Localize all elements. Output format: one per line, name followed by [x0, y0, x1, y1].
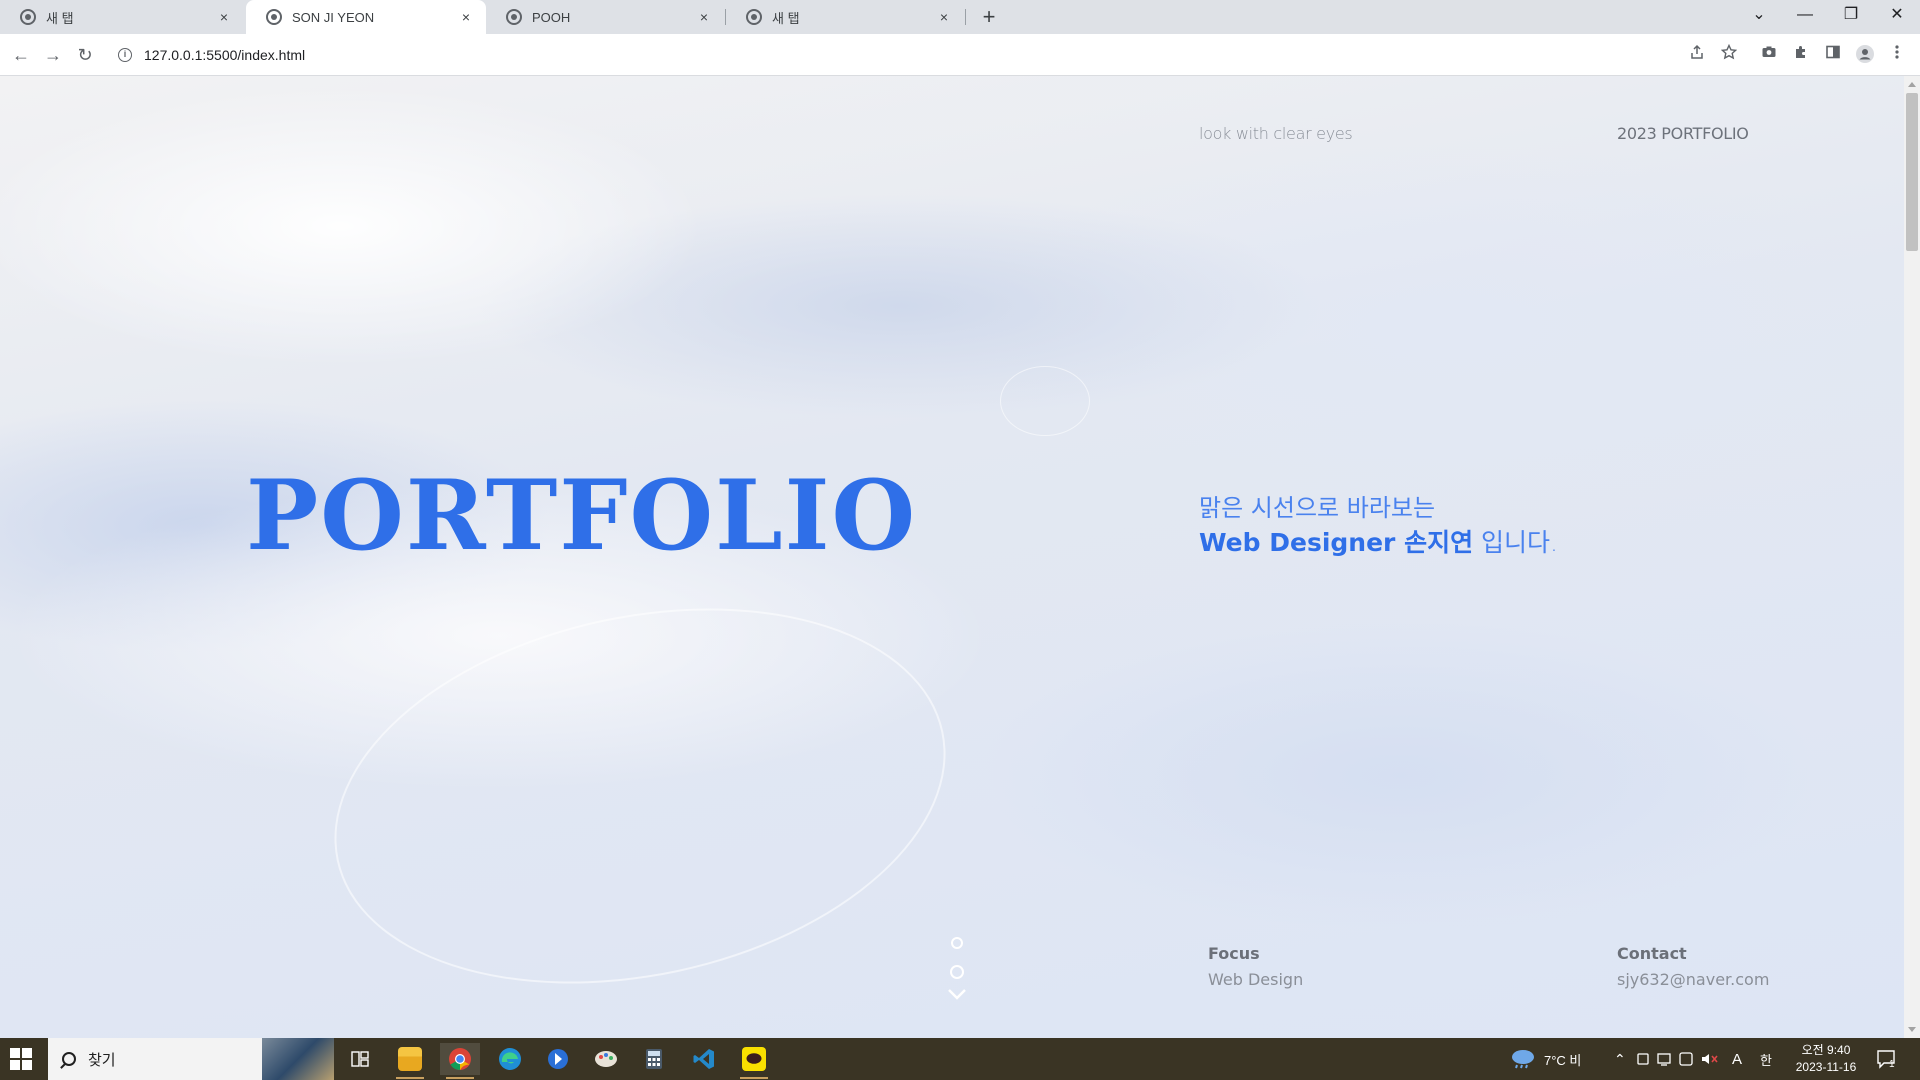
edge-icon[interactable]	[490, 1043, 530, 1075]
extension-icon[interactable]	[1790, 44, 1812, 66]
focus-value: Web Design	[1208, 970, 1304, 989]
address-bar[interactable]: i 127.0.0.1:5500/index.html	[110, 39, 1680, 71]
file-explorer-icon[interactable]	[390, 1043, 430, 1079]
portfolio-year-text: 2023 PORTFOLIO	[1617, 124, 1749, 143]
calculator-icon[interactable]	[634, 1043, 674, 1075]
site-info-icon[interactable]: i	[118, 48, 132, 62]
system-tray-icons	[1636, 1038, 1732, 1080]
forward-button[interactable]: →	[41, 43, 65, 67]
globe-icon	[746, 9, 762, 25]
search-placeholder: 찾기	[88, 1051, 116, 1069]
tab-title: SON JI YEON	[292, 9, 375, 25]
camera-icon[interactable]	[1758, 44, 1780, 66]
tab-pooh[interactable]: POOH ×	[486, 0, 724, 34]
clock-date: 2023-11-16	[1795, 1060, 1857, 1074]
tab-title: 새 탭	[772, 10, 800, 26]
ime-mode[interactable]: A	[1732, 1038, 1742, 1080]
search-highlight-image	[262, 1038, 334, 1080]
reload-button[interactable]: ↻	[73, 43, 97, 67]
windows-start-button[interactable]	[10, 1048, 32, 1070]
back-button[interactable]: ←	[9, 43, 33, 67]
share-icon[interactable]	[1686, 44, 1708, 66]
minimize-button[interactable]: —	[1782, 0, 1828, 34]
tab-son-ji-yeon[interactable]: SON JI YEON ×	[246, 0, 486, 34]
menu-icon[interactable]	[1886, 44, 1908, 66]
globe-icon	[506, 9, 522, 25]
weather-widget[interactable]: 7°C 비	[1510, 1038, 1581, 1080]
app-blue-icon[interactable]	[538, 1043, 578, 1075]
weather-text: 7°C 비	[1544, 1052, 1582, 1068]
app-color-icon[interactable]	[586, 1043, 626, 1075]
water-ripple-decoration	[1000, 366, 1090, 436]
clock-time: 오전 9:40	[1801, 1043, 1851, 1057]
taskbar-clock[interactable]: 오전 9:40 2023-11-16	[1790, 1042, 1862, 1076]
url-text: 127.0.0.1:5500/index.html	[144, 47, 306, 63]
tab-close-icon[interactable]: ×	[458, 9, 474, 25]
intro-text: 맑은 시선으로 바라보는 Web Designer 손지연 입니다.	[1199, 491, 1558, 561]
tab-title: 새 탭	[46, 10, 74, 26]
chrome-icon[interactable]	[440, 1043, 480, 1079]
tab-close-icon[interactable]: ×	[936, 9, 952, 25]
intro-line-2: Web Designer 손지연 입니다.	[1199, 525, 1558, 561]
search-icon	[62, 1052, 76, 1066]
tab-close-icon[interactable]: ×	[696, 9, 712, 25]
tagline-text: look with clear eyes	[1199, 124, 1353, 143]
tab-search-dropdown-icon[interactable]: ⌄	[1736, 0, 1782, 34]
hero-title: PORTFOLIO	[246, 459, 918, 572]
page-viewport: look with clear eyes 2023 PORTFOLIO PORT…	[0, 76, 1904, 1038]
notification-count: 1	[1889, 1058, 1895, 1070]
section-indicator-dot[interactable]	[950, 965, 964, 979]
windows-taskbar: 찾기 7°C 비 ⌃ A 한 오전 9:40 2023-11-16 1	[0, 1038, 1920, 1080]
browser-toolbar: ← → ↻ i 127.0.0.1:5500/index.html	[0, 34, 1920, 76]
restore-button[interactable]: ❐	[1828, 0, 1874, 34]
contact-email[interactable]: sjy632@naver.com	[1617, 970, 1769, 989]
intro-name: Web Designer 손지연	[1199, 528, 1474, 557]
focus-label: Focus	[1208, 944, 1260, 963]
task-view-icon[interactable]	[340, 1043, 380, 1075]
page-scrollbar[interactable]	[1904, 76, 1920, 1038]
notification-center-icon[interactable]: 1	[1876, 1038, 1895, 1080]
globe-icon	[266, 9, 282, 25]
scroll-down-arrow-icon[interactable]	[1908, 1027, 1916, 1032]
sidebar-icon[interactable]	[1822, 44, 1844, 66]
vscode-icon[interactable]	[684, 1043, 724, 1075]
section-indicator-dot[interactable]	[951, 937, 963, 949]
new-tab-button[interactable]: +	[976, 4, 1002, 30]
contact-label: Contact	[1617, 944, 1687, 963]
ime-language[interactable]: 한	[1760, 1038, 1772, 1080]
taskbar-search-box[interactable]: 찾기	[48, 1038, 334, 1080]
water-ripple-decoration	[299, 555, 981, 1037]
browser-tab-bar: 새 탭 × SON JI YEON × POOH × 새 탭 × + ⌄ — ❐…	[0, 0, 1920, 34]
scroll-down-chevron-icon[interactable]	[947, 986, 967, 1002]
tab-divider	[965, 9, 966, 25]
kakaotalk-icon[interactable]	[734, 1043, 774, 1079]
tab-new-tab-1[interactable]: 새 탭 ×	[0, 0, 244, 34]
scroll-up-arrow-icon[interactable]	[1908, 82, 1916, 87]
intro-line-1: 맑은 시선으로 바라보는	[1199, 494, 1436, 522]
rain-cloud-icon	[1512, 1050, 1534, 1069]
globe-icon	[20, 9, 36, 25]
scrollbar-thumb[interactable]	[1906, 93, 1918, 251]
tab-title: POOH	[532, 9, 571, 25]
profile-icon[interactable]	[1854, 44, 1876, 66]
star-icon[interactable]	[1718, 43, 1740, 66]
show-hidden-icons-chevron-icon[interactable]: ⌃	[1614, 1038, 1626, 1080]
intro-suffix: 입니다.	[1481, 528, 1558, 557]
tab-new-tab-2[interactable]: 새 탭 ×	[726, 0, 964, 34]
close-window-button[interactable]: ✕	[1874, 0, 1920, 34]
tab-close-icon[interactable]: ×	[216, 9, 232, 25]
